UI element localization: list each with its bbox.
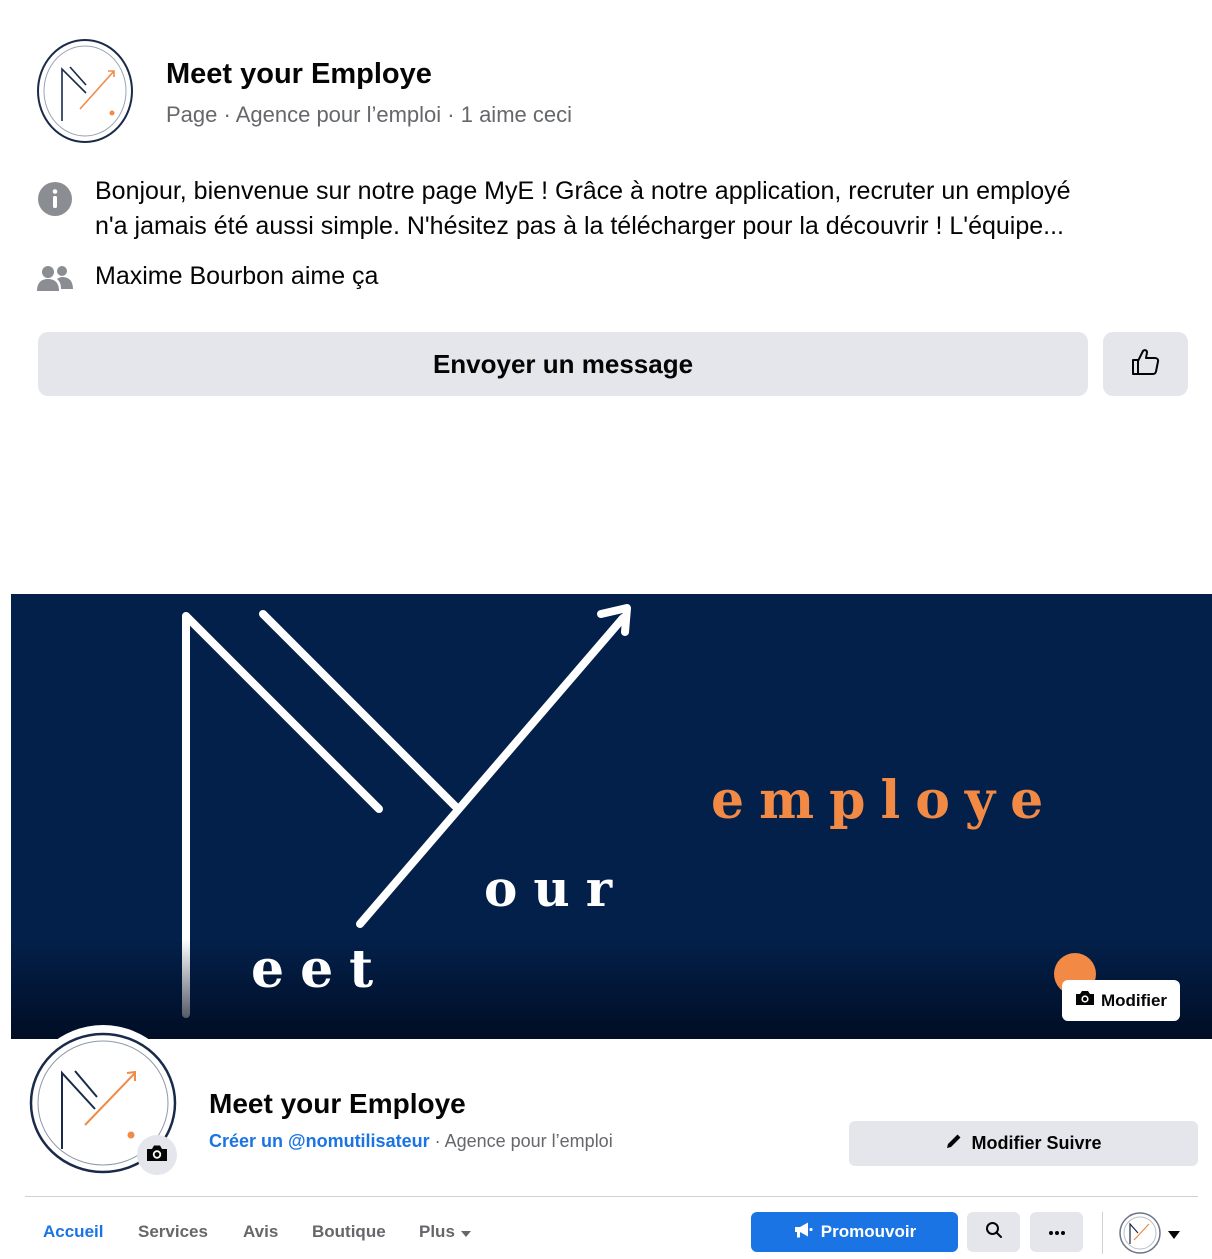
- search-button[interactable]: [967, 1212, 1020, 1252]
- edit-profile-picture-button[interactable]: [137, 1135, 177, 1175]
- tab-plus[interactable]: Plus: [419, 1222, 471, 1242]
- search-icon: [985, 1221, 1003, 1244]
- page-subtitle: Page · Agence pour l’emploi · 1 aime cec…: [166, 102, 572, 127]
- page-intro: Bonjour, bienvenue sur notre page MyE ! …: [95, 174, 1185, 244]
- promote-button[interactable]: Promouvoir: [751, 1212, 958, 1252]
- cover-photo[interactable]: employe our eet Modifier: [11, 594, 1212, 1039]
- like-button[interactable]: [1103, 332, 1188, 396]
- more-icon: [1048, 1223, 1066, 1241]
- header-divider: [25, 1196, 1198, 1197]
- more-button[interactable]: [1030, 1212, 1083, 1252]
- profile-subtitle: Créer un @nomutilisateur · Agence pour l…: [209, 1131, 613, 1152]
- intro-line: Bonjour, bienvenue sur notre page MyE ! …: [95, 177, 1071, 205]
- send-message-button[interactable]: Envoyer un message: [38, 332, 1088, 396]
- tab-avis[interactable]: Avis: [243, 1222, 278, 1242]
- friends-icon: [35, 263, 75, 295]
- likes-summary: Maxime Bourbon aime ça: [95, 262, 379, 290]
- create-username-link[interactable]: Créer un @nomutilisateur: [209, 1131, 430, 1151]
- tab-accueil[interactable]: Accueil: [43, 1222, 103, 1242]
- nav-divider: [1102, 1212, 1103, 1254]
- caret-down-icon[interactable]: [1168, 1226, 1180, 1244]
- pencil-icon: [945, 1132, 963, 1155]
- cover-word-our: our: [484, 859, 629, 918]
- info-icon: [37, 181, 73, 217]
- edit-follow-button[interactable]: Modifier Suivre: [849, 1121, 1198, 1166]
- megaphone-icon: [793, 1221, 813, 1244]
- page-title[interactable]: Meet your Employe: [166, 58, 432, 91]
- tab-services[interactable]: Services: [138, 1222, 208, 1242]
- edit-cover-label: Modifier: [1100, 990, 1168, 1010]
- tab-plus-label: Plus: [419, 1222, 455, 1241]
- edit-cover-button[interactable]: Modifier: [1062, 980, 1180, 1021]
- profile-switcher[interactable]: [1119, 1212, 1161, 1254]
- intro-line: n'a jamais été aussi simple. N'hésitez p…: [95, 212, 1064, 240]
- tab-boutique[interactable]: Boutique: [312, 1222, 386, 1242]
- edit-follow-label: Modifier Suivre: [971, 1133, 1102, 1153]
- camera-icon: [1075, 990, 1095, 1011]
- profile-name: Meet your Employe: [209, 1088, 466, 1119]
- page-logo[interactable]: [36, 37, 134, 145]
- camera-icon: [146, 1144, 168, 1167]
- profile-category: · Agence pour l’emploi: [429, 1131, 613, 1151]
- cover-word-employe: employe: [711, 770, 1059, 831]
- thumbs-up-icon: [1130, 346, 1162, 383]
- promote-label: Promouvoir: [820, 1222, 917, 1241]
- cover-shade: [11, 939, 1212, 1039]
- caret-down-icon: [460, 1222, 471, 1242]
- cover-word-eet: eet: [251, 939, 390, 1000]
